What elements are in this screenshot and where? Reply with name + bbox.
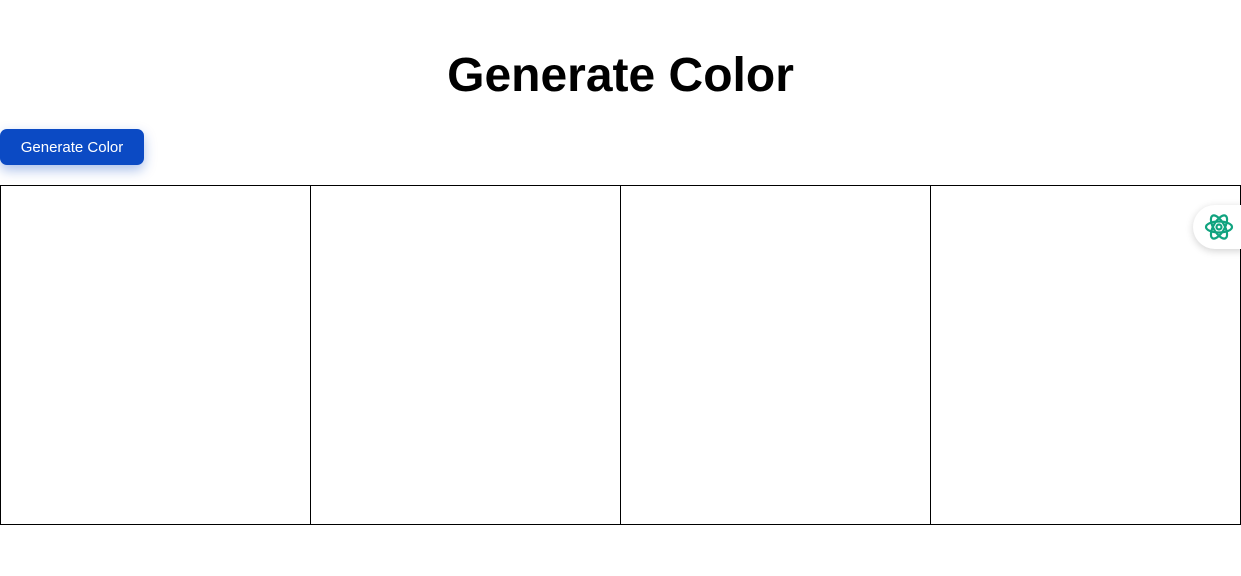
assistant-floating-button[interactable]: [1193, 205, 1241, 249]
openai-logo-icon: [1203, 211, 1235, 243]
color-swatch-row: [0, 185, 1241, 525]
page-title: Generate Color: [447, 49, 794, 102]
color-swatch-2: [311, 185, 621, 525]
page: Generate Color Generate Color: [0, 0, 1241, 576]
color-swatch-3: [621, 185, 931, 525]
color-swatch-1: [0, 185, 311, 525]
generate-color-button[interactable]: Generate Color: [0, 129, 144, 165]
